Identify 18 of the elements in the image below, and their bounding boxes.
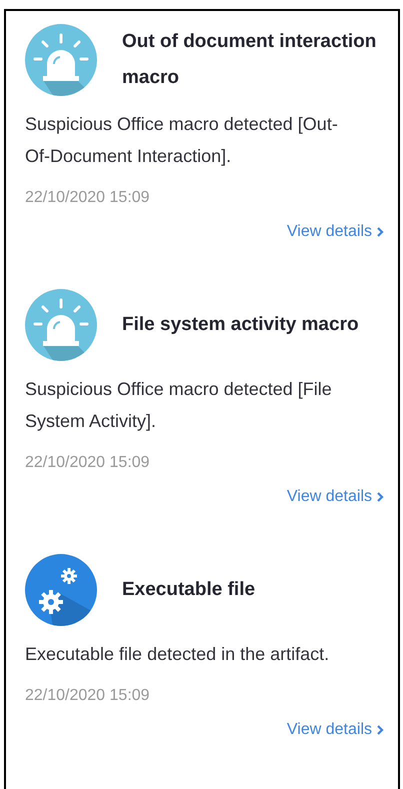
alert-description: Suspicious Office macro detected [Out-Of-Document Interaction]. <box>25 113 339 168</box>
alert-description: Suspicious Office macro detected [File System Activity]. <box>25 378 333 433</box>
chevron-icon <box>376 491 384 503</box>
view-details-link[interactable]: View details <box>286 485 384 509</box>
view-details-link[interactable]: View details <box>286 718 384 742</box>
alert-description: Executable file detected in the artifact. <box>25 643 330 666</box>
alert-title: Executable file <box>122 578 256 602</box>
chevron-icon <box>376 724 384 736</box>
siren-icon <box>25 289 97 361</box>
alert-title: File system activity macro <box>122 313 359 337</box>
timestamp: 22/10/2020 15:09 <box>25 188 151 208</box>
siren-icon <box>25 24 97 96</box>
view-details-link[interactable]: View details <box>286 220 384 244</box>
gears-icon <box>25 554 97 626</box>
alert-title: Out of document interaction macro <box>122 30 378 90</box>
timestamp: 22/10/2020 15:09 <box>25 686 151 706</box>
timestamp: 22/10/2020 15:09 <box>25 453 151 473</box>
chevron-icon <box>376 226 384 238</box>
